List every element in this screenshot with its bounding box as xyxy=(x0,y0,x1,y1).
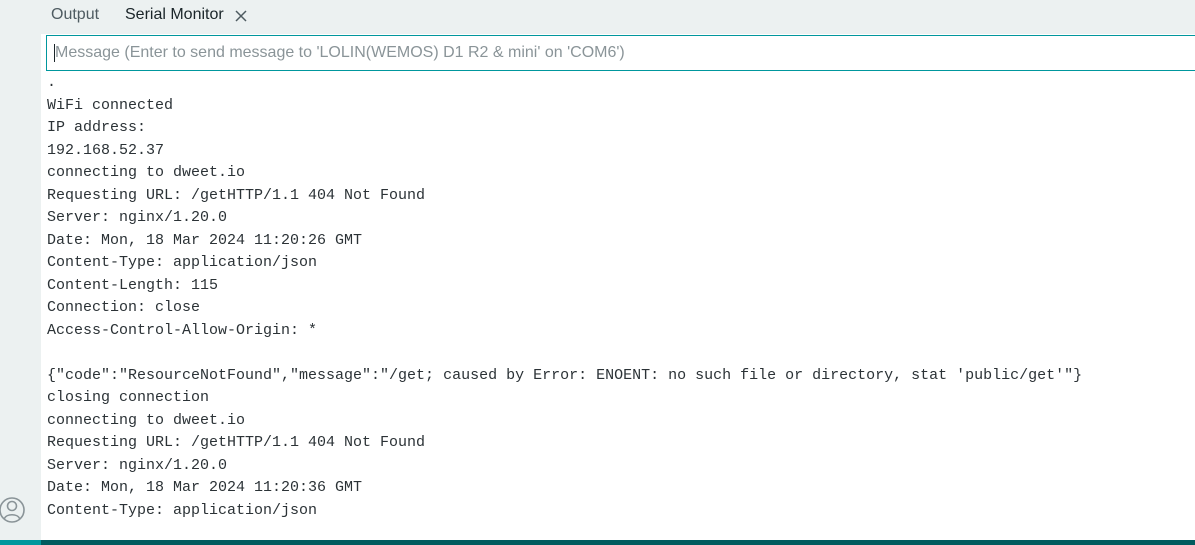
log-line: {"code":"ResourceNotFound","message":"/g… xyxy=(47,366,1083,384)
log-line: Server: nginx/1.20.0 xyxy=(47,209,228,226)
log-line: closing connection xyxy=(47,389,210,406)
log-line: WiFi connected xyxy=(47,96,174,114)
status-bar-left-segment xyxy=(0,540,41,545)
log-line: connecting to dweet.io xyxy=(47,164,246,181)
panel-tab-strip: Output Serial Monitor xyxy=(41,0,1195,34)
message-input-container xyxy=(46,35,1195,71)
serial-monitor-panel: Output Serial Monitor . WiFi connected IP … xyxy=(0,0,1195,545)
log-line: Requesting URL: /getHTTP/1.1 404 Not Fou… xyxy=(47,186,426,204)
log-line: IP address: xyxy=(47,119,147,136)
activity-bar xyxy=(0,0,41,540)
log-line: Requesting URL: /getHTTP/1.1 404 Not Fou… xyxy=(47,434,426,451)
status-bar xyxy=(0,540,1195,545)
log-line: Access-Control-Allow-Origin: * xyxy=(47,321,318,339)
log-line: Content-Type: application/json xyxy=(47,254,318,271)
log-line: Connection: close xyxy=(47,299,201,316)
log-line: . xyxy=(47,74,57,91)
text-caret xyxy=(54,44,55,62)
log-line: Date: Mon, 18 Mar 2024 11:20:26 GMT xyxy=(47,231,363,249)
close-icon[interactable] xyxy=(234,9,248,23)
message-input[interactable] xyxy=(47,36,1195,70)
log-line: 192.168.52.37 xyxy=(47,141,165,159)
log-line: Content-Type: application/json xyxy=(47,501,318,519)
log-line: Date: Mon, 18 Mar 2024 11:20:36 GMT xyxy=(47,479,363,496)
serial-output-log[interactable]: . WiFi connected IP address: 192.168.52.37 c… xyxy=(47,72,1195,538)
tab-serial-monitor[interactable]: Serial Monitor xyxy=(125,6,224,24)
account-icon[interactable] xyxy=(0,495,28,525)
log-line: Server: nginx/1.20.0 xyxy=(47,456,228,474)
tab-output[interactable]: Output xyxy=(51,6,99,24)
log-line: connecting to dweet.io xyxy=(47,411,246,429)
log-line: Content-Length: 115 xyxy=(47,276,219,294)
